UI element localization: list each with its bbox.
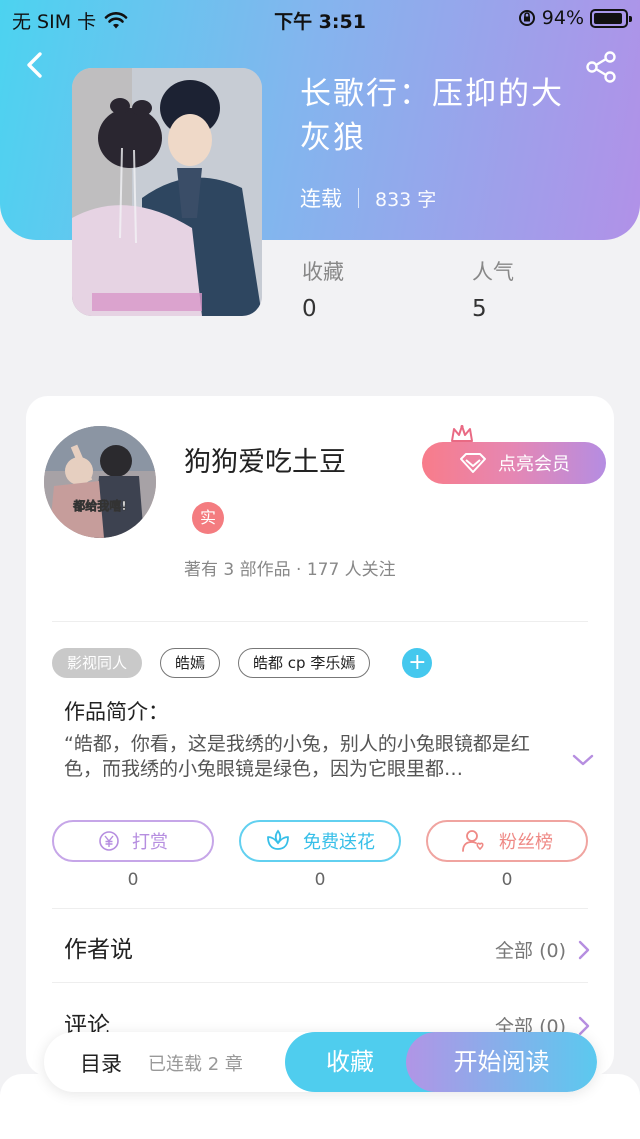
battery-fill <box>594 12 623 24</box>
status-bar: 无 SIM 卡 下午 3:51 94% <box>0 0 640 36</box>
stat-popularity: 人气 5 <box>472 256 514 322</box>
stat-label: 人气 <box>472 260 514 284</box>
author-notes-row[interactable]: 作者说 全部 (0) <box>64 930 590 970</box>
tag-category[interactable]: 影视同人 <box>52 648 143 678</box>
orientation-lock-icon <box>518 10 535 26</box>
reward-button[interactable]: 打赏 <box>52 820 214 862</box>
send-flower-label: 免费送花 <box>303 832 375 853</box>
intro-label: 作品简介： <box>64 700 169 724</box>
catalog-button[interactable]: 目录 <box>80 1048 122 1078</box>
chapter-count: 已连载 2 章 <box>148 1054 243 1075</box>
author-summary: 著有 3 部作品 · 177 人关注 <box>184 560 396 580</box>
stat-favorites: 收藏 0 <box>302 256 344 322</box>
author-name[interactable]: 狗狗爱吃土豆 <box>184 440 346 479</box>
fan-ranking-label: 粉丝榜 <box>499 832 553 853</box>
crown-icon <box>451 425 473 442</box>
fan-ranking-icon <box>462 830 484 852</box>
avatar-image: 都给我嘻! <box>44 426 156 538</box>
tag-item[interactable]: 皓都 cp 李乐嫣 <box>238 648 371 678</box>
battery-percent: 94% <box>541 7 584 29</box>
start-reading-button[interactable]: 开始阅读 <box>406 1032 597 1092</box>
chevron-right-icon <box>578 940 590 959</box>
intro-text[interactable]: “皓都，你看，这是我绣的小兔，别人的小兔眼镜都是红色，而我绣的小兔眼镜是绿色，因… <box>64 732 536 782</box>
tag-list: 影视同人 皓嫣 皓都 cp 李乐嫣 + <box>52 648 433 678</box>
author-notes-more[interactable]: 全部 (0) <box>495 936 590 963</box>
book-cover[interactable] <box>72 68 262 316</box>
stat-value: 0 <box>302 296 317 322</box>
serial-status: 连载 <box>300 187 342 211</box>
divider <box>52 908 588 909</box>
battery-icon <box>590 8 632 28</box>
bottom-action-bar: 目录 已连载 2 章 收藏 开始阅读 <box>44 1032 597 1092</box>
stat-value: 5 <box>472 296 487 322</box>
book-detail-card: 都给我嘻! 狗狗爱吃土豆 实 著有 3 部作品 · 177 人关注 点亮会员 影… <box>26 396 614 1076</box>
send-flower-button[interactable]: 免费送花 <box>239 820 401 862</box>
author-notes-title: 作者说 <box>64 937 133 963</box>
verified-badge: 实 <box>192 502 224 534</box>
fan-ranking-button[interactable]: 粉丝榜 <box>426 820 588 862</box>
diamond-icon <box>460 453 486 473</box>
book-meta: 连载 833 字 <box>300 183 436 213</box>
reward-label: 打赏 <box>132 832 168 853</box>
divider <box>52 982 588 983</box>
vip-label: 点亮会员 <box>498 454 570 475</box>
vip-button[interactable]: 点亮会员 <box>422 442 606 484</box>
flower-count: 0 <box>314 870 326 890</box>
book-title: 长歌行：压抑的大灰狼 <box>300 76 564 156</box>
word-count: 833 字 <box>375 188 437 211</box>
reward-count: 0 <box>127 870 139 890</box>
yuan-coin-icon <box>99 831 119 851</box>
stat-label: 收藏 <box>302 260 344 284</box>
tag-item[interactable]: 皓嫣 <box>160 648 221 678</box>
fan-ranking-count: 0 <box>501 870 513 890</box>
avatar-caption: 都给我嘻! <box>72 498 126 513</box>
add-tag-button[interactable]: + <box>402 648 433 678</box>
status-right: 94% <box>518 7 632 29</box>
avatar[interactable]: 都给我嘻! <box>44 426 156 538</box>
divider <box>52 621 588 622</box>
cover-illustration <box>72 68 262 316</box>
flower-icon <box>267 829 289 850</box>
more-label: 全部 (0) <box>495 940 566 962</box>
meta-divider <box>358 188 359 208</box>
back-chevron-icon[interactable] <box>20 50 50 80</box>
chevron-right-icon <box>578 1016 590 1035</box>
chevron-down-icon[interactable] <box>571 752 595 768</box>
